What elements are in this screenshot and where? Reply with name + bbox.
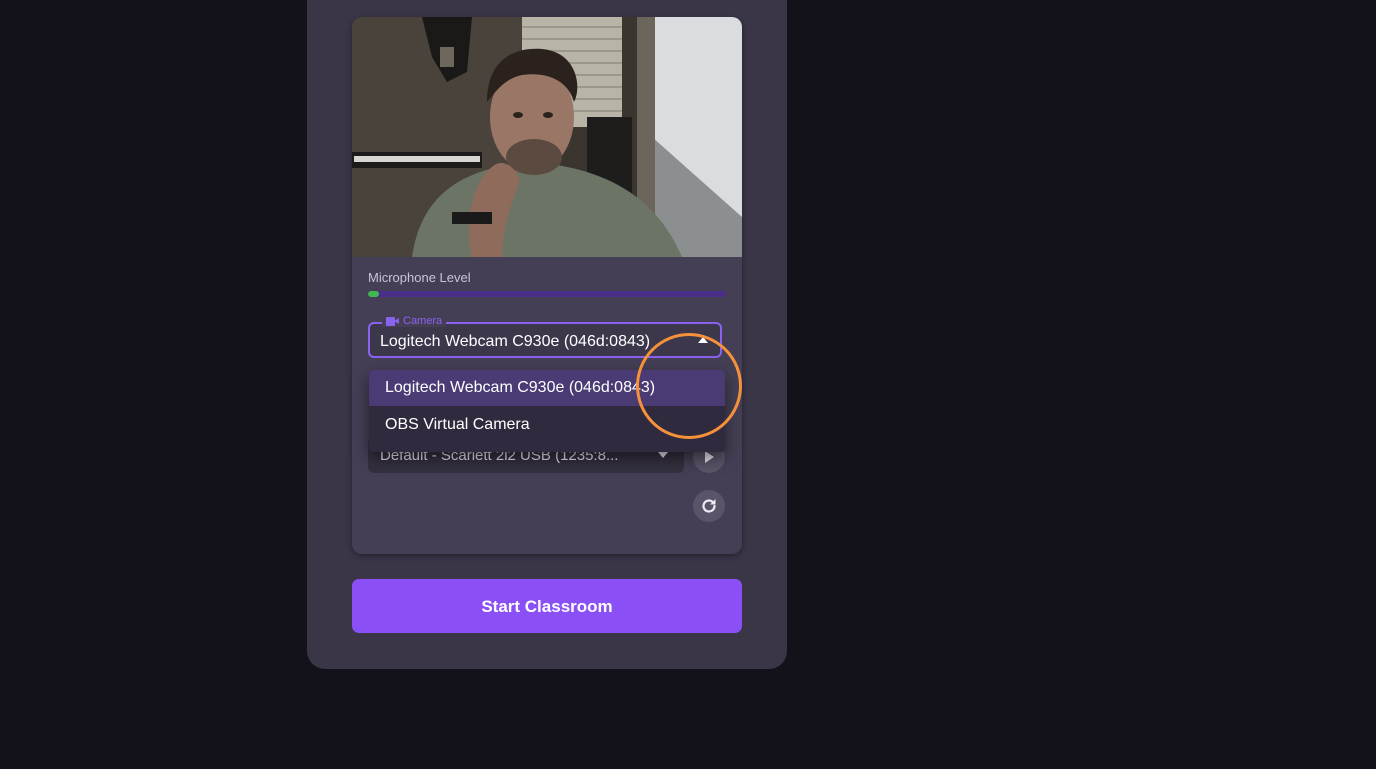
- chevron-down-icon: [658, 452, 668, 458]
- camera-selected-value: Logitech Webcam C930e (046d:0843): [380, 333, 651, 350]
- microphone-level-label: Microphone Level: [368, 270, 471, 285]
- webcam-preview-image: [352, 17, 742, 257]
- refresh-devices-button[interactable]: [693, 490, 725, 522]
- camera-option-logitech[interactable]: Logitech Webcam C930e (046d:0843): [369, 370, 725, 406]
- microphone-level-fill: [368, 291, 379, 297]
- camera-legend: Camera: [382, 315, 447, 327]
- microphone-level-meter: [368, 291, 726, 297]
- play-icon: [705, 451, 714, 463]
- device-preview-card: Microphone Level Camera Logitech Webcam …: [352, 17, 742, 554]
- camera-dropdown-menu: Logitech Webcam C930e (046d:0843) OBS Vi…: [369, 370, 725, 452]
- chevron-up-icon: [698, 337, 708, 343]
- camera-select[interactable]: Camera Logitech Webcam C930e (046d:0843): [368, 315, 722, 358]
- video-camera-icon: [386, 316, 399, 326]
- webcam-preview: [352, 17, 742, 257]
- start-classroom-button[interactable]: Start Classroom: [352, 579, 742, 633]
- refresh-icon: [702, 499, 716, 513]
- camera-legend-label: Camera: [403, 315, 443, 327]
- camera-option-obs[interactable]: OBS Virtual Camera: [369, 407, 725, 443]
